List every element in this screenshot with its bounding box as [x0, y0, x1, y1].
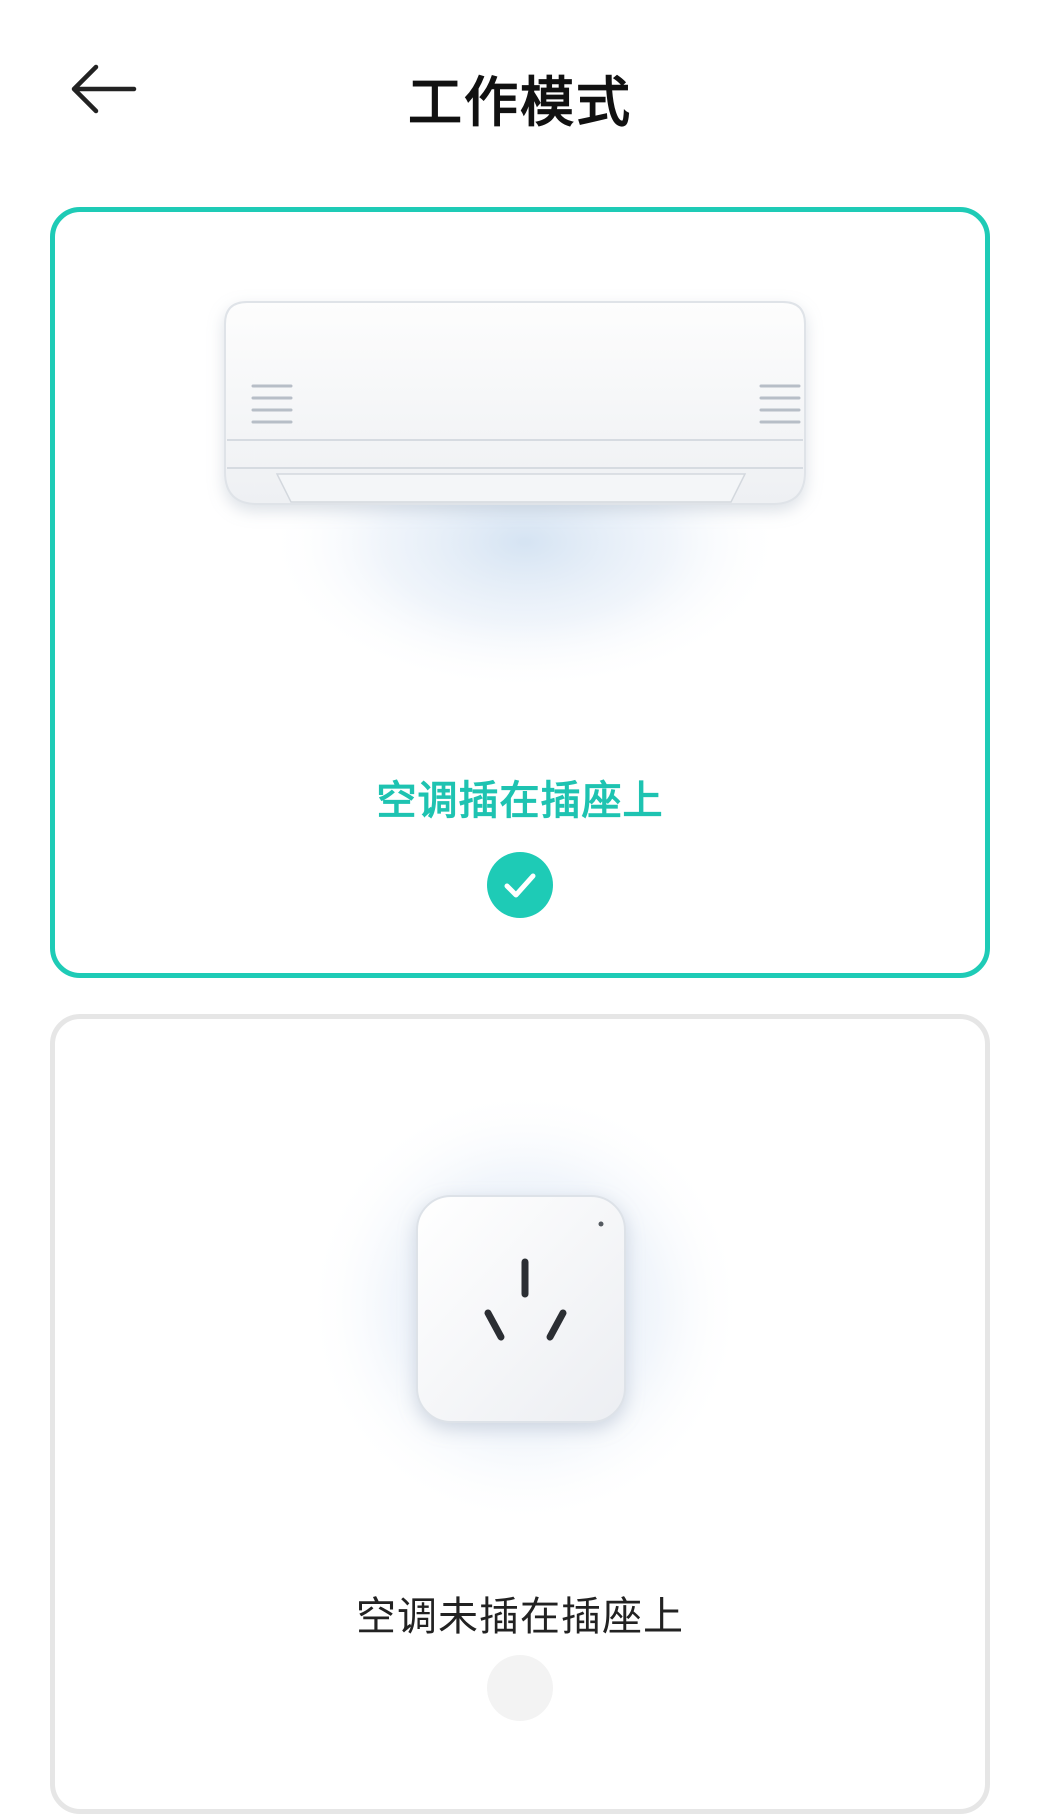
mode-label: 空调插在插座上: [376, 778, 664, 824]
selected-check-icon: [487, 852, 553, 918]
power-socket-icon: [305, 1087, 745, 1527]
air-conditioner-icon: [224, 301, 806, 692]
mode-option-unplugged[interactable]: 空调未插在插座上: [50, 1014, 990, 1814]
header: 工作模式: [0, 0, 1040, 180]
mode-label: 空调未插在插座上: [356, 1594, 684, 1640]
page-title: 工作模式: [408, 71, 632, 134]
mode-option-plugged[interactable]: 空调插在插座上: [50, 207, 990, 978]
unselected-radio-icon: [487, 1655, 553, 1721]
